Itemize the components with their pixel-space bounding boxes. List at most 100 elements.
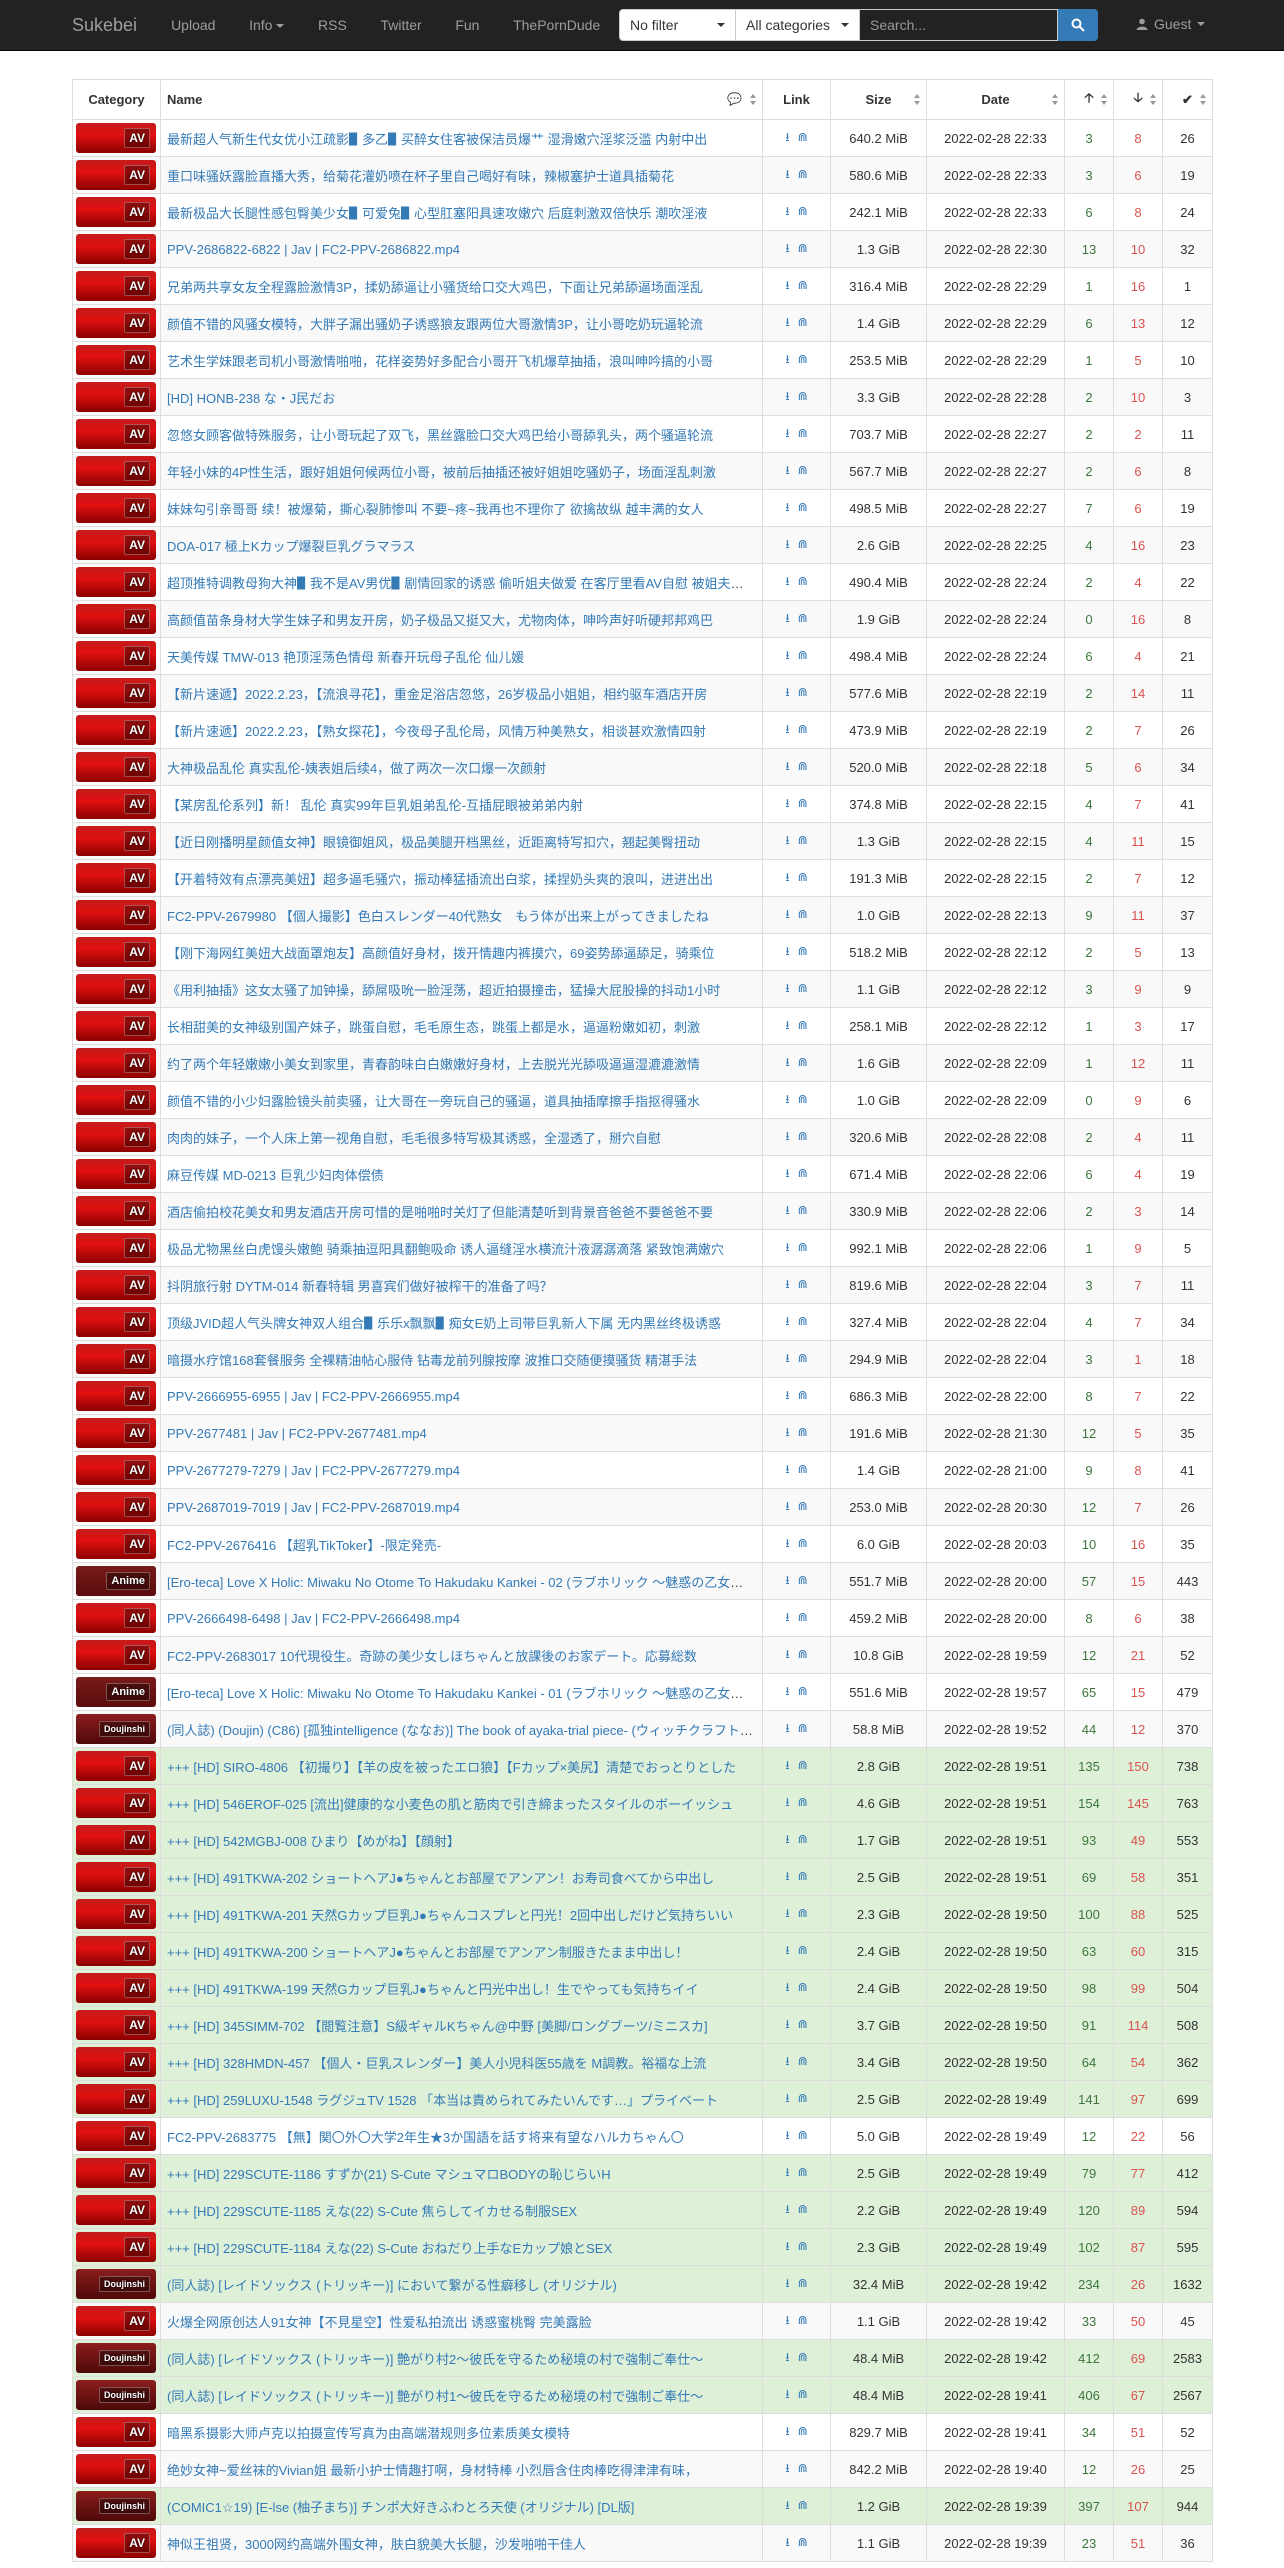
download-icon[interactable]: ⭳ — [785, 942, 789, 963]
torrent-title-link[interactable]: PPV-2666955-6955 | Jav | FC2-PPV-2666955… — [167, 1389, 460, 1404]
download-icon[interactable]: ⭳ — [785, 720, 789, 741]
torrent-title-link[interactable]: (同人誌) [レイドソックス (トリッキー)] 艶がり村1～彼氏を守るため秘境の… — [167, 2389, 703, 2404]
torrent-title-link[interactable]: 长相甜美的女神级别国产妹子，跳蛋自慰，毛毛原生态，跳蛋上都是水，逼逼粉嫩如初，刺… — [167, 1020, 700, 1035]
download-icon[interactable]: ⭳ — [785, 1127, 789, 1148]
download-icon[interactable]: ⭳ — [785, 1423, 789, 1444]
download-icon[interactable]: ⭳ — [785, 2163, 789, 2184]
download-icon[interactable]: ⭳ — [785, 905, 789, 926]
torrent-title-link[interactable]: [Ero-teca] Love X Holic: Miwaku No Otome… — [167, 1575, 762, 1590]
torrent-title-link[interactable]: 高颜值苗条身材大学生妹子和男友开房，奶子极品又挺又大，尤物肉体，呻吟声好听硬邦邦… — [167, 613, 713, 628]
category-badge[interactable]: AV — [76, 1899, 156, 1929]
magnet-icon[interactable]: ⋒ — [798, 1795, 808, 1809]
torrent-title-link[interactable]: (同人誌) [レイドソックス (トリッキー)] において繋がる性癖移し (オリジ… — [167, 2278, 617, 2293]
torrent-title-link[interactable]: 【刚下海网红美妞大战面罩炮友】高颜值好身材，拨开情趣内裤摸穴，69姿势舔逼舔足，… — [167, 946, 714, 961]
download-icon[interactable]: ⭳ — [785, 2533, 789, 2554]
magnet-icon[interactable]: ⋒ — [798, 500, 808, 514]
magnet-icon[interactable]: ⋒ — [798, 1055, 808, 1069]
magnet-icon[interactable]: ⋒ — [798, 2313, 808, 2327]
magnet-icon[interactable]: ⋒ — [798, 574, 808, 588]
torrent-title-link[interactable]: PPV-2687019-7019 | Jav | FC2-PPV-2687019… — [167, 1500, 460, 1515]
download-icon[interactable]: ⭳ — [785, 1830, 789, 1851]
download-icon[interactable]: ⭳ — [785, 1793, 789, 1814]
download-icon[interactable]: ⭳ — [785, 1349, 789, 1370]
category-badge[interactable]: AV — [76, 2047, 156, 2077]
magnet-icon[interactable]: ⋒ — [798, 167, 808, 181]
download-icon[interactable]: ⭳ — [785, 1238, 789, 1259]
download-icon[interactable]: ⭳ — [785, 1645, 789, 1666]
magnet-icon[interactable]: ⋒ — [798, 1277, 808, 1291]
magnet-icon[interactable]: ⋒ — [798, 1869, 808, 1883]
header-completed[interactable]: ✔ — [1162, 79, 1213, 120]
torrent-title-link[interactable]: (COMIC1☆19) [E-lse (柚子まち)] チンポ大好きふわとろ天使 … — [167, 2500, 634, 2515]
download-icon[interactable]: ⭳ — [785, 2237, 789, 2258]
download-icon[interactable]: ⭳ — [785, 424, 789, 445]
category-badge[interactable]: AV — [76, 1048, 156, 1078]
category-badge[interactable]: AV — [76, 2454, 156, 2484]
torrent-title-link[interactable]: 约了两个年轻嫩嫩小美女到家里，青春韵味白白嫩嫩好身材，上去脱光光舔吸逼逼湿漉漉激… — [167, 1057, 700, 1072]
magnet-icon[interactable]: ⋒ — [798, 2128, 808, 2142]
category-badge[interactable]: Doujinshi — [76, 2343, 156, 2373]
filter-select[interactable]: No filter — [619, 9, 736, 41]
category-badge[interactable]: AV — [76, 1159, 156, 1189]
torrent-title-link[interactable]: 麻豆传媒 MD-0213 巨乳少妇肉体偿债 — [167, 1168, 384, 1183]
download-icon[interactable]: ⭳ — [785, 1978, 789, 1999]
download-icon[interactable]: ⭳ — [785, 794, 789, 815]
category-badge[interactable]: AV — [76, 826, 156, 856]
download-icon[interactable]: ⭳ — [785, 609, 789, 630]
download-icon[interactable]: ⭳ — [785, 2274, 789, 2295]
category-badge[interactable]: AV — [76, 900, 156, 930]
download-icon[interactable]: ⭳ — [785, 350, 789, 371]
download-icon[interactable]: ⭳ — [785, 2311, 789, 2332]
torrent-title-link[interactable]: 【近日刚播明星颜值女神】眼镜御姐风，极品美腿开档黑丝，近距离特写扣穴，翘起美臀扭… — [167, 835, 700, 850]
download-icon[interactable]: ⭳ — [785, 1719, 789, 1740]
torrent-title-link[interactable]: +++ [HD] 229SCUTE-1184 えな(22) S-Cute おねだ… — [167, 2241, 612, 2256]
torrent-title-link[interactable]: +++ [HD] 229SCUTE-1185 えな(22) S-Cute 焦らし… — [167, 2204, 577, 2219]
torrent-title-link[interactable]: +++ [HD] 542MGBJ-008 ひまり【めがね】【顔射】 — [167, 1834, 460, 1849]
download-icon[interactable]: ⭳ — [785, 2348, 789, 2369]
magnet-icon[interactable]: ⋒ — [798, 2165, 808, 2179]
magnet-icon[interactable]: ⋒ — [798, 1610, 808, 1624]
magnet-icon[interactable]: ⋒ — [798, 1129, 808, 1143]
torrent-title-link[interactable]: +++ [HD] SIRO-4806 【初撮り】【羊の皮を被ったエロ狼】【Fカッ… — [167, 1760, 736, 1775]
magnet-icon[interactable]: ⋒ — [798, 1536, 808, 1550]
category-badge[interactable]: AV — [76, 345, 156, 375]
magnet-icon[interactable]: ⋒ — [798, 463, 808, 477]
magnet-icon[interactable]: ⋒ — [798, 130, 808, 144]
download-icon[interactable]: ⭳ — [785, 572, 789, 593]
magnet-icon[interactable]: ⋒ — [798, 2202, 808, 2216]
magnet-icon[interactable]: ⋒ — [798, 2535, 808, 2549]
download-icon[interactable]: ⭳ — [785, 1016, 789, 1037]
download-icon[interactable]: ⭳ — [785, 683, 789, 704]
category-badge[interactable]: AV — [76, 863, 156, 893]
download-icon[interactable]: ⭳ — [785, 646, 789, 667]
magnet-icon[interactable]: ⋒ — [798, 537, 808, 551]
category-badge[interactable]: AV — [76, 937, 156, 967]
category-badge[interactable]: Doujinshi — [76, 2269, 156, 2299]
torrent-title-link[interactable]: 【新片速遞】2022.2.23，【熟女探花】，今夜母子乱伦局，风情万种美熟女，相… — [167, 724, 706, 739]
download-icon[interactable]: ⭳ — [785, 1053, 789, 1074]
header-size[interactable]: Size — [830, 79, 927, 120]
header-name[interactable]: Name 💬 — [160, 79, 763, 120]
magnet-icon[interactable]: ⋒ — [798, 796, 808, 810]
category-badge[interactable]: AV — [76, 2084, 156, 2114]
torrent-title-link[interactable]: PPV-2686822-6822 | Jav | FC2-PPV-2686822… — [167, 242, 460, 257]
download-icon[interactable]: ⭳ — [785, 1275, 789, 1296]
category-badge[interactable]: AV — [76, 1381, 156, 1411]
category-badge[interactable]: AV — [76, 1973, 156, 2003]
magnet-icon[interactable]: ⋒ — [798, 241, 808, 255]
category-badge[interactable]: AV — [76, 2195, 156, 2225]
magnet-icon[interactable]: ⋒ — [798, 2387, 808, 2401]
torrent-title-link[interactable]: 抖阴旅行射 DYTM-014 新春特辑 男喜宾们做好被榨干的准备了吗？ — [167, 1279, 553, 1294]
magnet-icon[interactable]: ⋒ — [798, 1351, 808, 1365]
magnet-icon[interactable]: ⋒ — [798, 1980, 808, 1994]
category-badge[interactable]: AV — [76, 271, 156, 301]
header-date[interactable]: Date — [926, 79, 1065, 120]
category-badge[interactable]: AV — [76, 1492, 156, 1522]
magnet-icon[interactable]: ⋒ — [798, 685, 808, 699]
magnet-icon[interactable]: ⋒ — [798, 2461, 808, 2475]
category-badge[interactable]: Anime — [76, 1566, 156, 1596]
torrent-title-link[interactable]: 重口味骚妖露脸直播大秀，给菊花灌奶喷在杯子里自己喝好有味，辣椒塞护士道具插菊花 — [167, 169, 674, 184]
category-badge[interactable]: AV — [76, 382, 156, 412]
torrent-title-link[interactable]: +++ [HD] 345SIMM-702 【閲覧注意】S級ギャルKちゃん@中野 … — [167, 2019, 708, 2034]
category-badge[interactable]: AV — [76, 715, 156, 745]
